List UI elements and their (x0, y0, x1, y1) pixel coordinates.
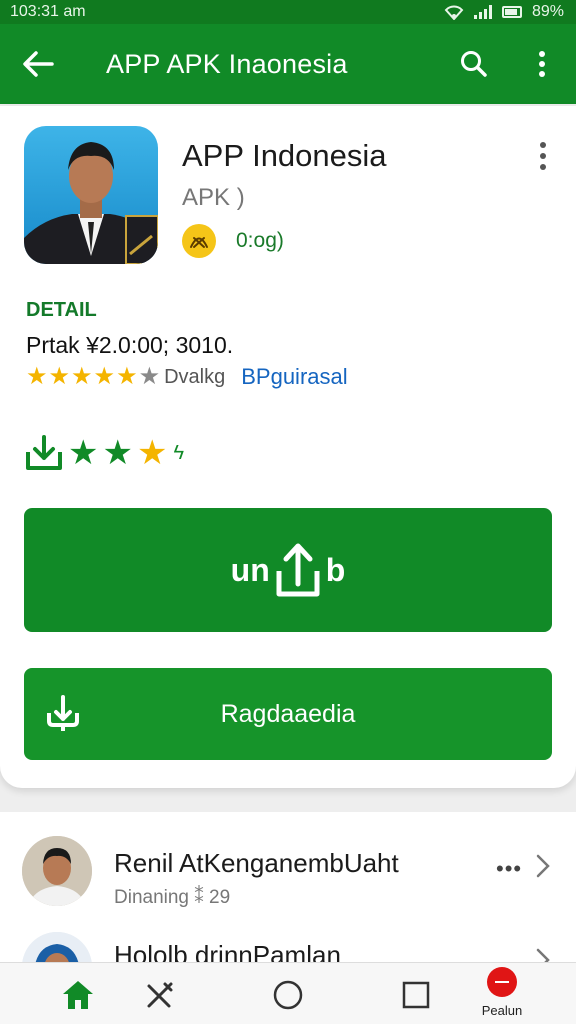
list-item-more-icon[interactable]: ••• (496, 856, 522, 882)
star-icon: ★ (136, 434, 168, 472)
download-button-label: Ragdaaedia (220, 699, 356, 728)
more-vertical-icon (539, 51, 545, 77)
download-icon (24, 695, 102, 733)
app-icon[interactable] (24, 126, 158, 264)
star-icon: ★ (93, 363, 116, 390)
nav-tools[interactable] (136, 973, 184, 1017)
search-icon (461, 51, 487, 77)
battery-percent: 89% (531, 3, 564, 20)
tools-icon (147, 982, 173, 1008)
author-list: Renil AtKenganembUaht Dinaning ⁑ 29 ••• … (0, 812, 576, 962)
wifi-icon (444, 5, 464, 20)
chevron-right-icon (536, 854, 550, 878)
rating-link[interactable]: BPguirasal (241, 364, 347, 390)
page-title: APP APK Inaonesia (106, 48, 348, 79)
price-line: Prtak ¥2.0:00; 3010. (26, 332, 234, 358)
signal-icon (473, 5, 492, 19)
coin-badge-icon (182, 224, 216, 258)
badge-text: 0:og) (236, 229, 284, 252)
install-button[interactable]: un b (24, 508, 552, 632)
star-icon: ★ (102, 434, 133, 472)
detail-label: DETAIL (26, 299, 97, 321)
arrow-left-icon (23, 51, 54, 77)
avatar (22, 932, 92, 962)
person-portrait-icon (24, 142, 158, 264)
back-button[interactable] (0, 24, 76, 104)
record-label: Pealun (481, 1003, 523, 1018)
status-bar: 103:31 am 89% (0, 0, 576, 24)
battery-icon (501, 6, 522, 18)
nav-home-circle[interactable] (264, 973, 312, 1017)
upload-icon (276, 541, 320, 599)
nav-recents[interactable] (392, 973, 440, 1017)
list-item-title: Renil AtKenganembUaht (114, 848, 399, 878)
app-name: APP Indonesia (182, 138, 387, 173)
star-icon: ★ (116, 363, 138, 390)
app-detail-card: APP Indonesia APK ) 0:og) DETAIL Prtak ¥… (0, 106, 576, 788)
install-button-label-right: b (325, 551, 346, 588)
card-more-button[interactable] (528, 136, 558, 176)
record-icon (487, 967, 517, 997)
list-item[interactable]: Hololb drinnPamlan (0, 922, 576, 962)
square-icon (402, 981, 430, 1009)
star-icon: ★ (71, 363, 93, 390)
chevron-right-icon (536, 948, 550, 962)
bottom-nav: Pealun (0, 962, 576, 1024)
star-icon: ★ (68, 434, 99, 472)
download-button[interactable]: Ragdaaedia (24, 668, 552, 760)
person-portrait-icon (22, 836, 92, 906)
app-bar: APP APK Inaonesia (0, 24, 576, 104)
more-vertical-icon (540, 142, 546, 170)
rating-label: Dvalkg (164, 365, 226, 388)
status-time: 103:31 am (10, 3, 86, 20)
half-star-icon: ϟ (173, 441, 185, 464)
list-item-subtitle: Dinaning ⁑ 29 (114, 887, 231, 908)
circle-icon (273, 980, 303, 1010)
person-portrait-icon (22, 932, 92, 962)
star-icon: ★ (48, 363, 71, 390)
nav-home[interactable] (54, 973, 102, 1017)
download-box-icon (26, 435, 62, 470)
rating-row: ★ ★ ★ ★ ★ ★ Dvalkg BPguirasal (26, 364, 348, 390)
install-button-label-left: un (230, 551, 270, 588)
avatar (22, 836, 92, 906)
list-item-title: Hololb drinnPamlan (114, 940, 341, 962)
download-rating-row: ★ ★ ★ ϟ (24, 434, 184, 472)
app-subtitle: APK ) (182, 184, 245, 211)
list-item[interactable]: Renil AtKenganembUaht Dinaning ⁑ 29 ••• (0, 812, 576, 922)
nav-record[interactable]: Pealun (472, 967, 532, 1024)
overflow-menu-button[interactable] (508, 24, 576, 104)
search-button[interactable] (440, 24, 508, 104)
status-icons: 89% (444, 3, 564, 21)
rating-stars: ★ ★ ★ ★ ★ ★ (26, 364, 160, 390)
badge-row: 0:og) (182, 224, 284, 258)
star-empty-icon: ★ (138, 363, 161, 390)
star-icon: ★ (26, 363, 48, 390)
home-icon (63, 981, 93, 1009)
